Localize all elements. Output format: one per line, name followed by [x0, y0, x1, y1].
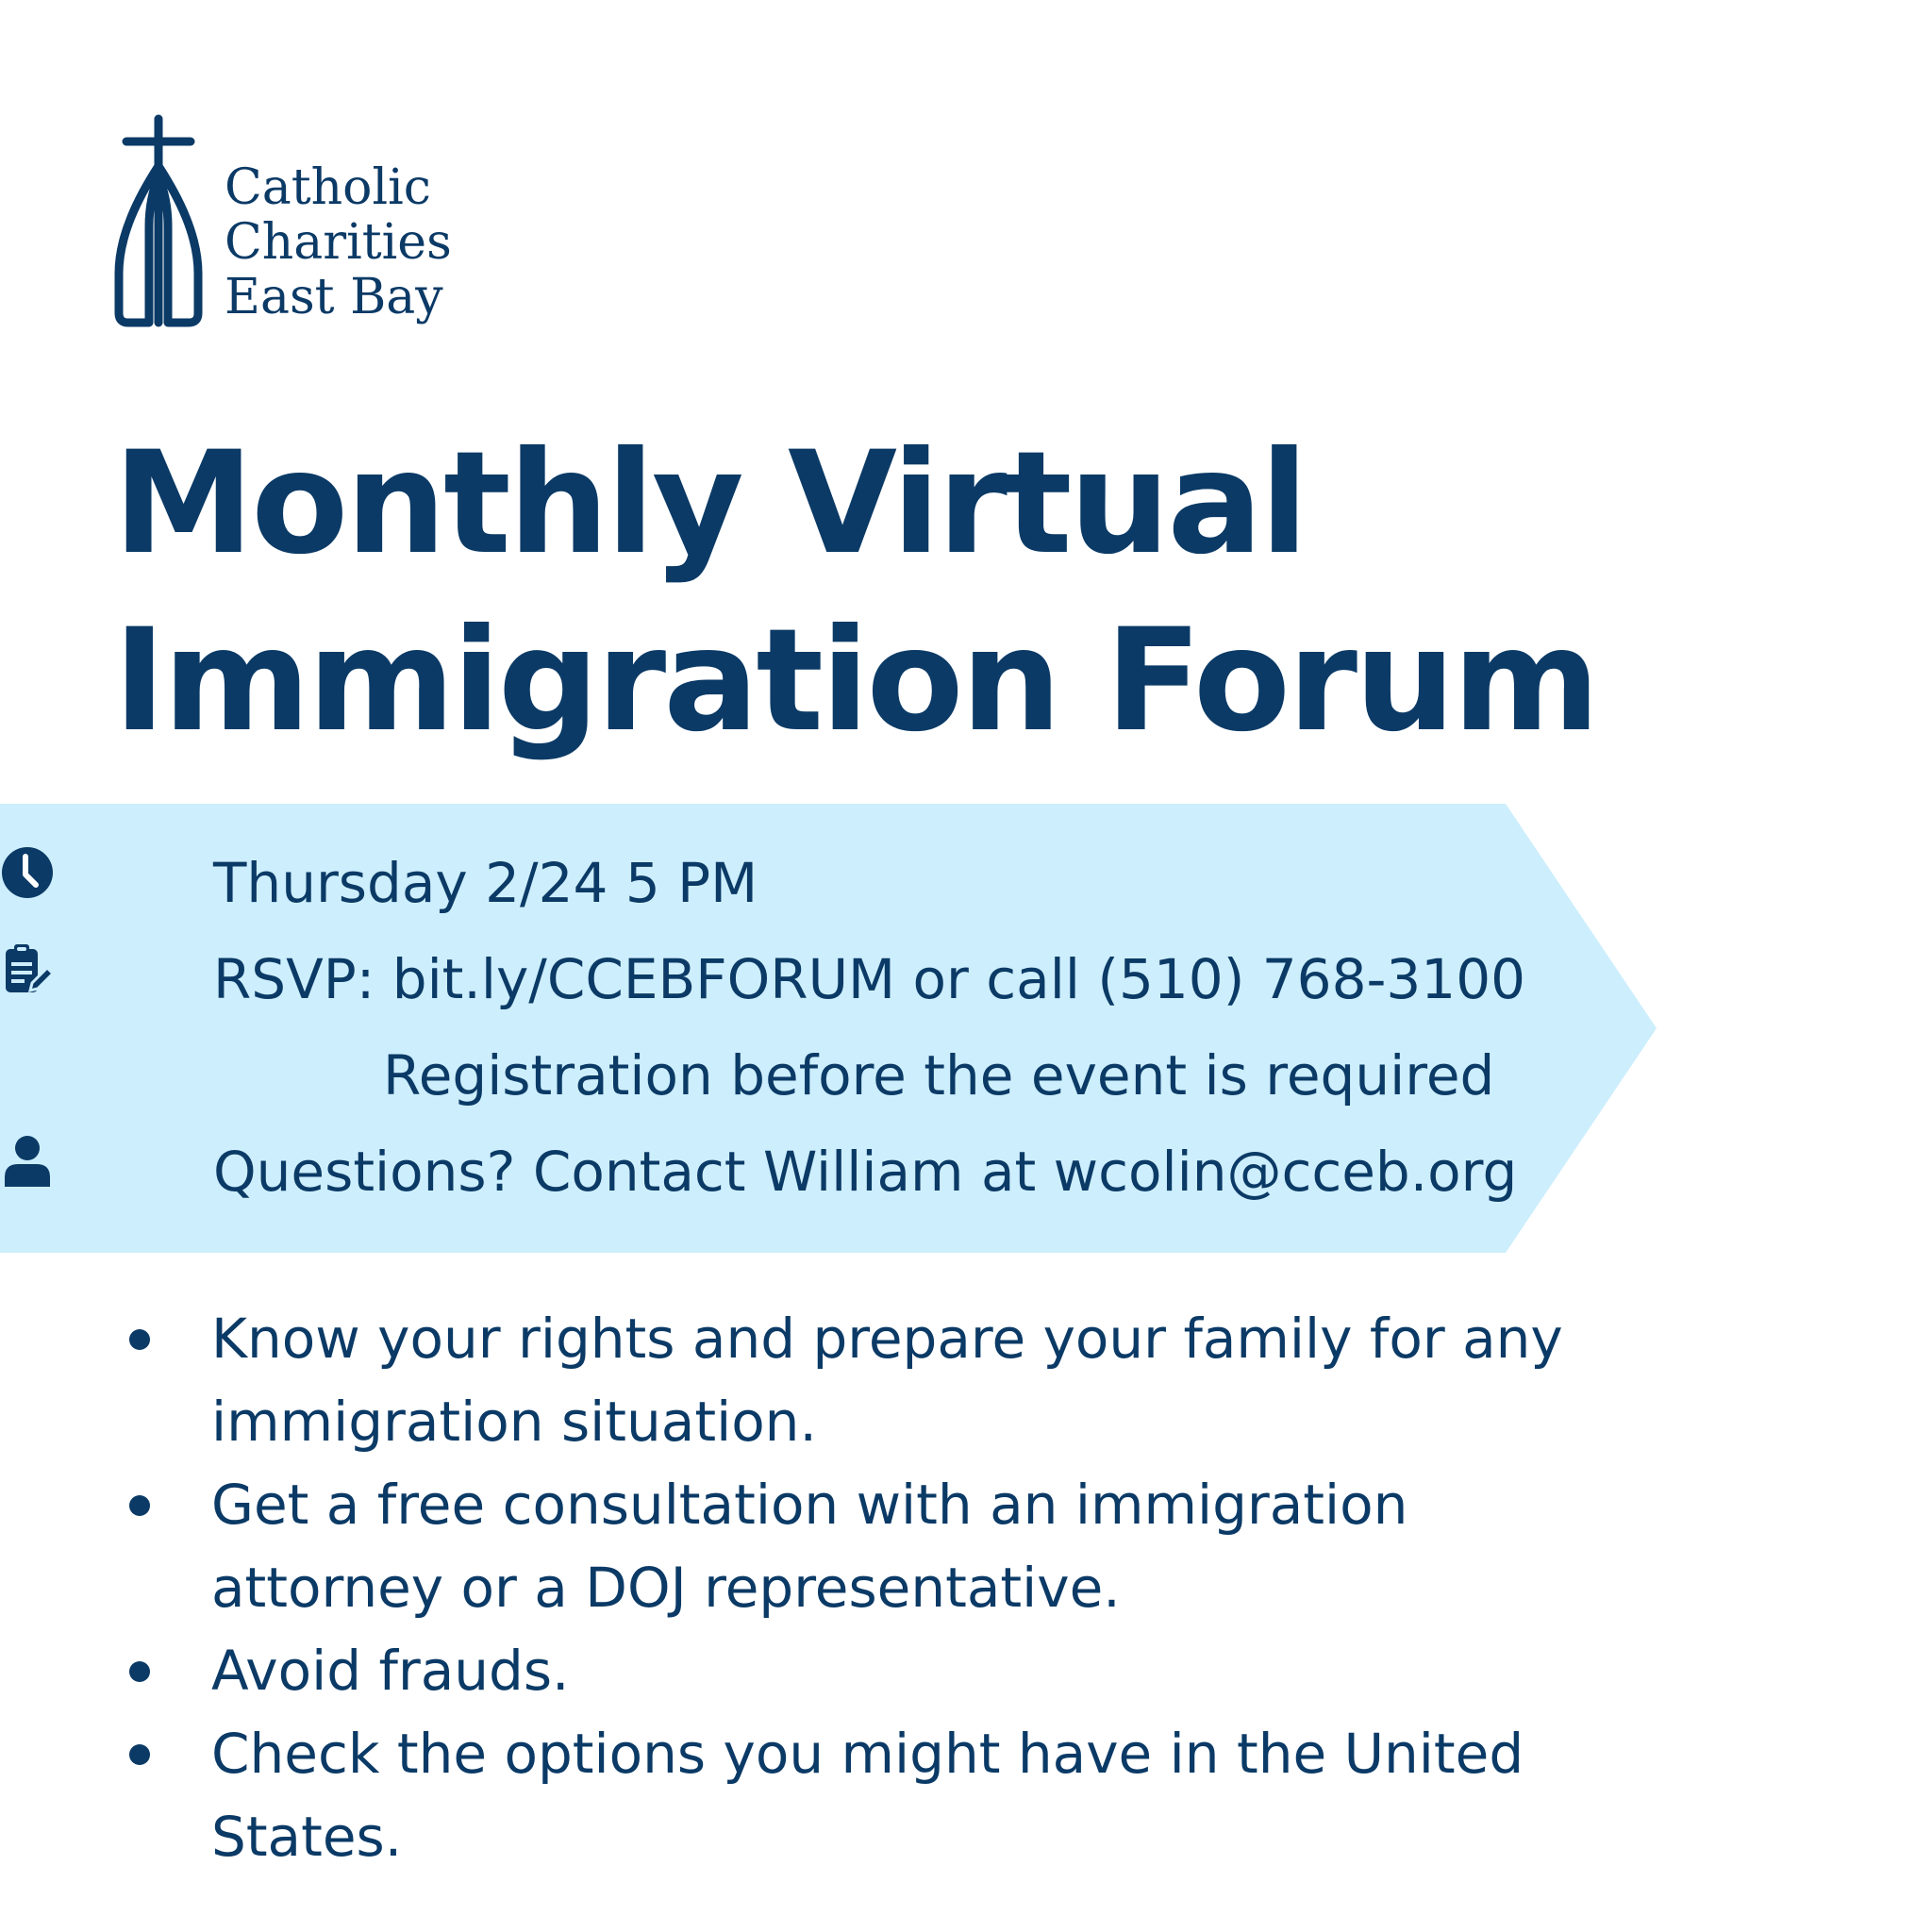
list-item-text: Know your rights and prepare your family… [211, 1307, 1563, 1454]
cross-church-icon [114, 114, 203, 327]
logo-line-3: East Bay [225, 269, 443, 325]
logo-line-1: Catholic [225, 159, 431, 216]
title-line-1: Monthly Virtual [113, 422, 1308, 586]
bullet-dot [129, 1329, 150, 1350]
bullet-dot [129, 1495, 150, 1516]
organization-logo: Catholic Charities East Bay [111, 113, 470, 340]
logo-wordmark: Catholic Charities East Bay [225, 160, 452, 325]
title-line-2: Immigration Forum [113, 599, 1600, 763]
logo-line-2: Charities [225, 214, 452, 271]
bullet-dot [129, 1744, 150, 1765]
contact-text: Questions? Contact William at wcolin@cce… [213, 1140, 1518, 1204]
bullet-dot [129, 1661, 150, 1682]
list-item: Get a free consultation with an immigrat… [0, 1463, 1651, 1629]
registration-note-text: Registration before the event is require… [383, 1043, 1495, 1108]
list-item: Avoid frauds. [0, 1629, 1651, 1712]
event-date-text: Thursday 2/24 5 PM [213, 851, 758, 915]
benefits-list: Know your rights and prepare your family… [0, 1297, 1651, 1878]
user-icon [5, 1136, 50, 1187]
list-item-text: Get a free consultation with an immigrat… [211, 1473, 1408, 1620]
list-item-text: Check the options you might have in the … [211, 1722, 1524, 1869]
list-item-text: Avoid frauds. [211, 1639, 570, 1703]
clock-icon [2, 847, 53, 898]
event-info-banner: Thursday 2/24 5 PM RSVP: bit.ly/CCEBFORU… [0, 804, 1657, 1253]
clipboard-edit-icon [6, 944, 55, 993]
page-title: Monthly Virtual Immigration Forum [113, 415, 1600, 770]
list-item: Check the options you might have in the … [0, 1712, 1651, 1878]
list-item: Know your rights and prepare your family… [0, 1297, 1651, 1463]
rsvp-text: RSVP: bit.ly/CCEBFORUM or call (510) 768… [213, 947, 1526, 1011]
